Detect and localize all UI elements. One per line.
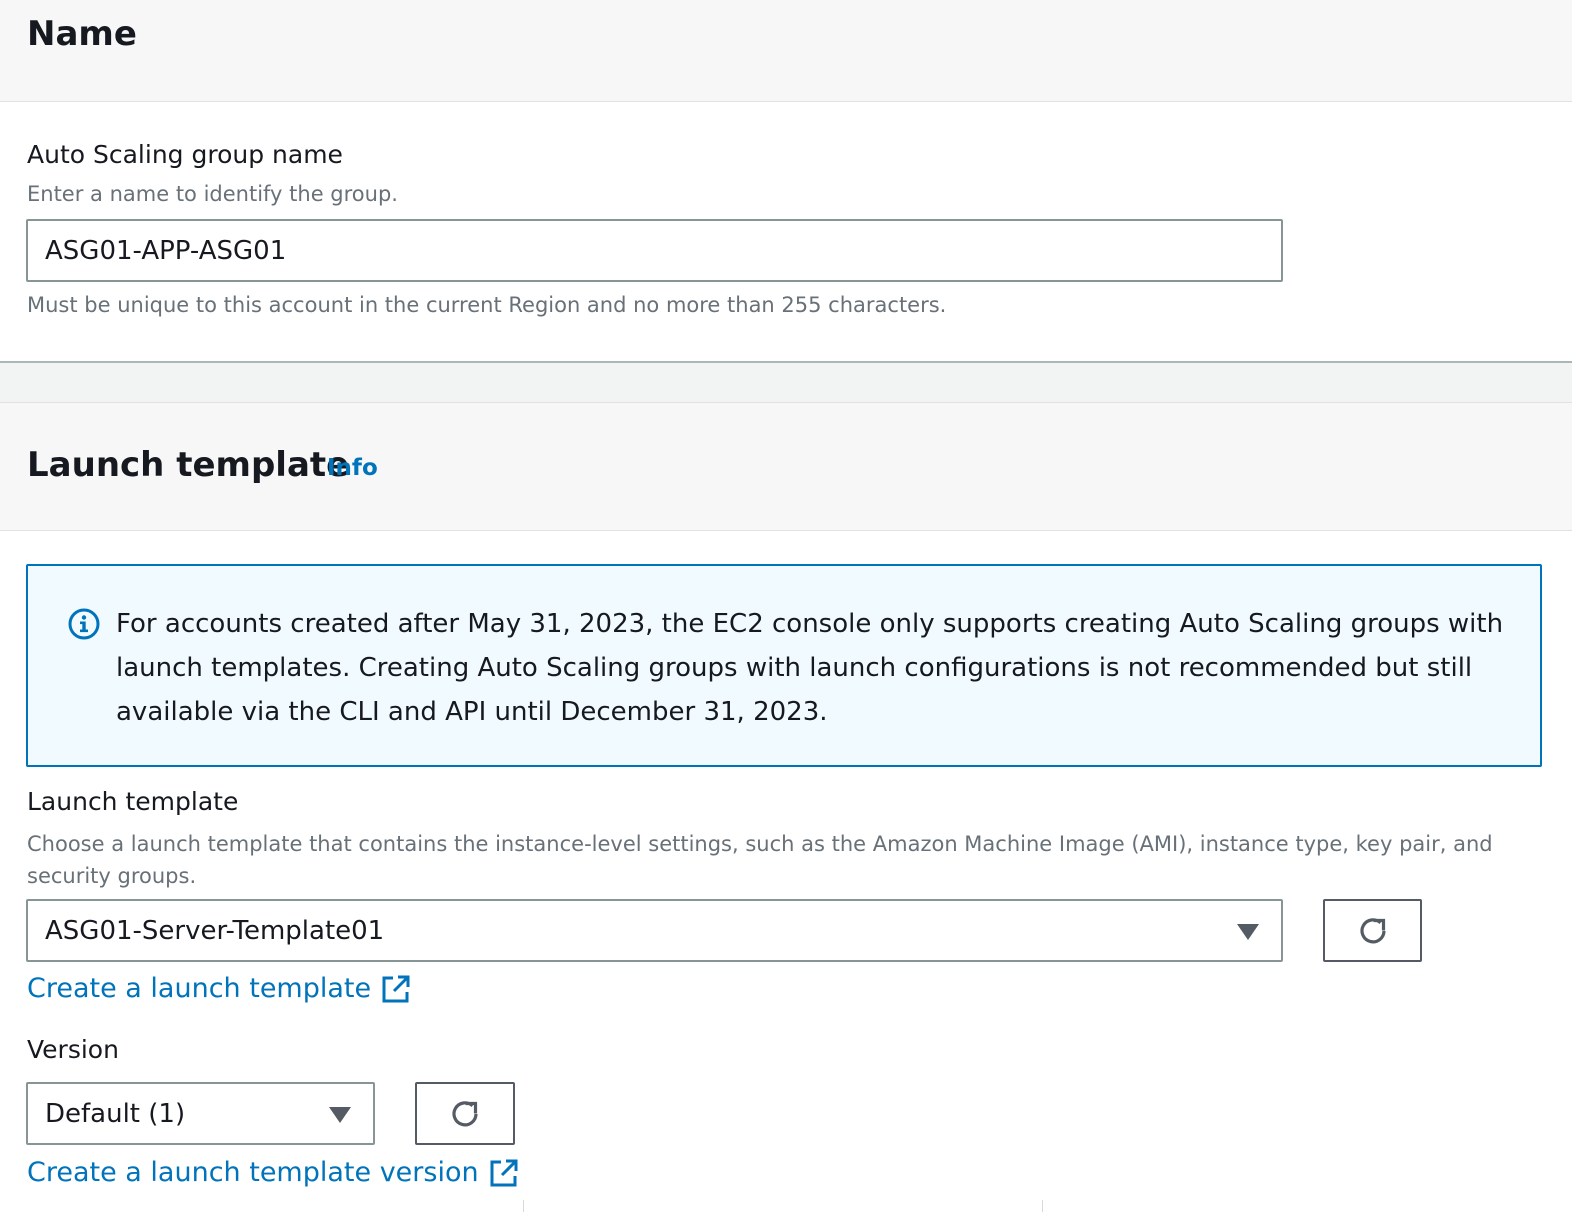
launch-template-section-title: Launch template <box>27 445 350 485</box>
launch-template-description: Choose a launch template that contains t… <box>27 832 1493 888</box>
refresh-icon <box>1359 917 1386 943</box>
create-asg-page: Name Auto Scaling group name Enter a nam… <box>0 0 1572 1212</box>
launch-template-label: Launch template <box>27 787 239 816</box>
info-link[interactable]: Info <box>327 455 378 481</box>
launch-template-selected-value: ASG01-Server-Template01 <box>45 915 385 946</box>
create-launch-template-link[interactable]: Create a launch template <box>27 973 411 1004</box>
asg-name-constraint: Must be unique to this account in the cu… <box>27 293 947 317</box>
info-alert: For accounts created after May 31, 2023,… <box>26 564 1542 767</box>
column-divider <box>523 1200 524 1212</box>
name-section-body: Auto Scaling group name Enter a name to … <box>0 102 1572 363</box>
asg-name-label: Auto Scaling group name <box>27 140 343 169</box>
name-section-header: Name <box>0 0 1572 102</box>
create-launch-template-version-link-label: Create a launch template version <box>27 1157 479 1188</box>
asg-name-input-value: ASG01-APP-ASG01 <box>45 235 287 266</box>
column-divider <box>1042 1200 1043 1212</box>
refresh-launch-templates-button[interactable] <box>1323 899 1422 962</box>
refresh-versions-button[interactable] <box>415 1082 515 1145</box>
info-alert-text: For accounts created after May 31, 2023,… <box>116 609 1504 727</box>
name-section-title: Name <box>27 14 137 54</box>
create-launch-template-version-link[interactable]: Create a launch template version <box>27 1157 519 1188</box>
version-label: Version <box>27 1035 119 1064</box>
caret-down-icon <box>1237 924 1259 940</box>
info-circle-icon <box>68 608 100 640</box>
asg-name-description: Enter a name to identify the group. <box>27 182 398 206</box>
launch-template-section-header: Launch template Info <box>0 403 1572 531</box>
version-select[interactable]: Default (1) <box>26 1082 375 1145</box>
launch-template-select[interactable]: ASG01-Server-Template01 <box>26 899 1283 962</box>
create-launch-template-link-label: Create a launch template <box>27 973 372 1004</box>
external-link-icon <box>382 975 410 1002</box>
refresh-icon <box>452 1100 478 1126</box>
asg-name-input[interactable]: ASG01-APP-ASG01 <box>26 219 1283 282</box>
section-separator <box>0 363 1572 403</box>
version-selected-value: Default (1) <box>45 1098 186 1129</box>
caret-down-icon <box>329 1107 351 1123</box>
external-link-icon <box>490 1159 518 1186</box>
